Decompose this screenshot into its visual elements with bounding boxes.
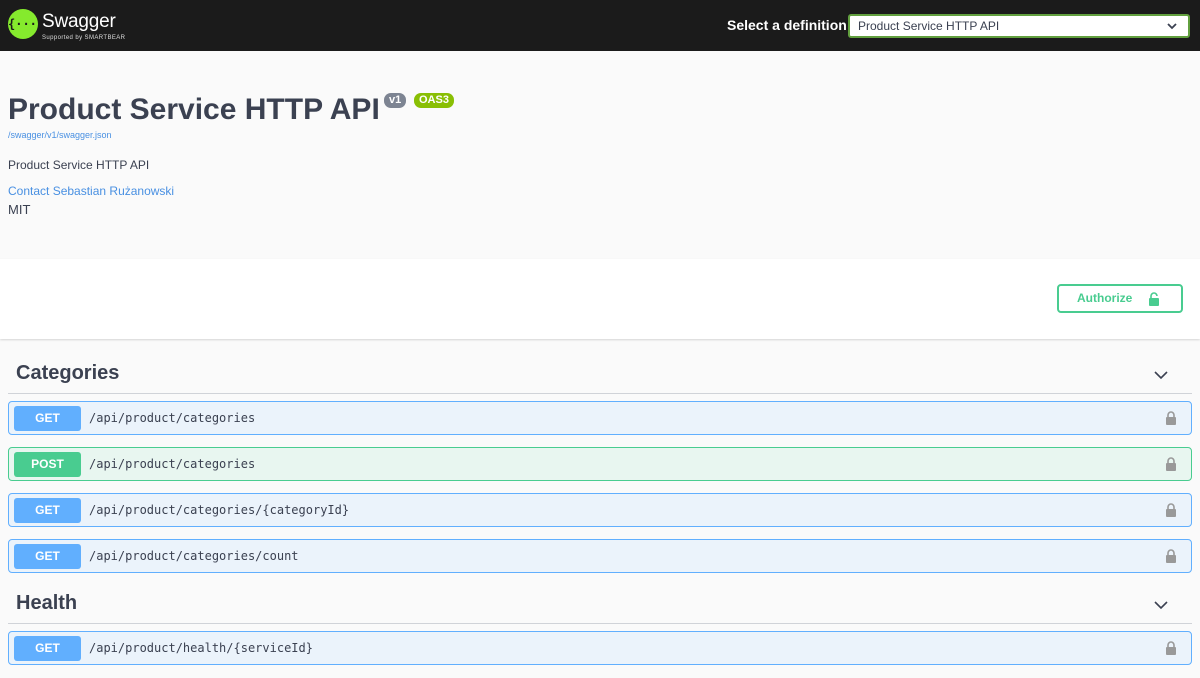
method-badge: GET xyxy=(14,406,81,431)
operation-path: /api/product/categories xyxy=(89,457,256,471)
operation-path: /api/product/categories xyxy=(89,411,256,425)
api-description: Product Service HTTP API xyxy=(8,158,150,172)
operation-post-categories[interactable]: POST /api/product/categories xyxy=(8,447,1192,481)
lock-icon[interactable] xyxy=(1165,410,1177,426)
spec-url-link[interactable]: /swagger/v1/swagger.json xyxy=(8,130,112,140)
select-definition-label: Select a definition xyxy=(727,17,847,33)
swagger-logo[interactable]: {···} Swagger Supported by SMARTBEAR xyxy=(8,9,128,45)
lock-icon[interactable] xyxy=(1165,502,1177,518)
section-header-health[interactable]: Health xyxy=(8,588,1192,624)
lock-icon[interactable] xyxy=(1165,548,1177,564)
chevron-down-icon[interactable] xyxy=(1152,366,1170,384)
operation-get-categories-count[interactable]: GET /api/product/categories/count xyxy=(8,539,1192,573)
swagger-logo-icon: {···} xyxy=(8,9,44,39)
method-badge: POST xyxy=(14,452,81,477)
operation-path: /api/product/categories/count xyxy=(89,549,299,563)
unlock-icon xyxy=(1149,292,1159,306)
method-badge: GET xyxy=(14,636,81,661)
lock-icon[interactable] xyxy=(1165,456,1177,472)
definition-select[interactable]: Product Service HTTP API xyxy=(848,14,1190,38)
oas-badge: OAS3 xyxy=(414,93,454,108)
contact-link[interactable]: Contact Sebastian Rużanowski xyxy=(8,184,174,198)
license-text: MIT xyxy=(8,202,31,217)
operation-get-category-by-id[interactable]: GET /api/product/categories/{categoryId} xyxy=(8,493,1192,527)
chevron-down-icon[interactable] xyxy=(1152,596,1170,614)
api-info: Product Service HTTP API v1 OAS3 /swagge… xyxy=(0,51,1200,259)
method-badge: GET xyxy=(14,498,81,523)
operation-path: /api/product/categories/{categoryId} xyxy=(89,503,350,517)
section-title: Health xyxy=(16,592,78,614)
page-title: Product Service HTTP API xyxy=(8,93,380,126)
definition-select-value: Product Service HTTP API xyxy=(858,19,1000,33)
method-badge: GET xyxy=(14,544,81,569)
section-header-categories[interactable]: Categories xyxy=(8,358,1192,394)
brand-name: Swagger xyxy=(42,11,116,32)
authorize-label: Authorize xyxy=(1077,291,1133,305)
operation-path: /api/product/health/{serviceId} xyxy=(89,641,313,655)
scheme-container: Authorize xyxy=(0,259,1200,339)
topbar: {···} Swagger Supported by SMARTBEAR Sel… xyxy=(0,0,1200,51)
operation-get-health[interactable]: GET /api/product/health/{serviceId} xyxy=(8,631,1192,665)
lock-icon[interactable] xyxy=(1165,640,1177,656)
operation-get-categories[interactable]: GET /api/product/categories xyxy=(8,401,1192,435)
brand-subtitle: Supported by SMARTBEAR xyxy=(42,35,126,41)
authorize-button[interactable]: Authorize xyxy=(1057,284,1183,313)
section-title: Categories xyxy=(16,362,120,384)
version-badge: v1 xyxy=(384,93,407,108)
chevron-down-icon xyxy=(1167,23,1177,30)
